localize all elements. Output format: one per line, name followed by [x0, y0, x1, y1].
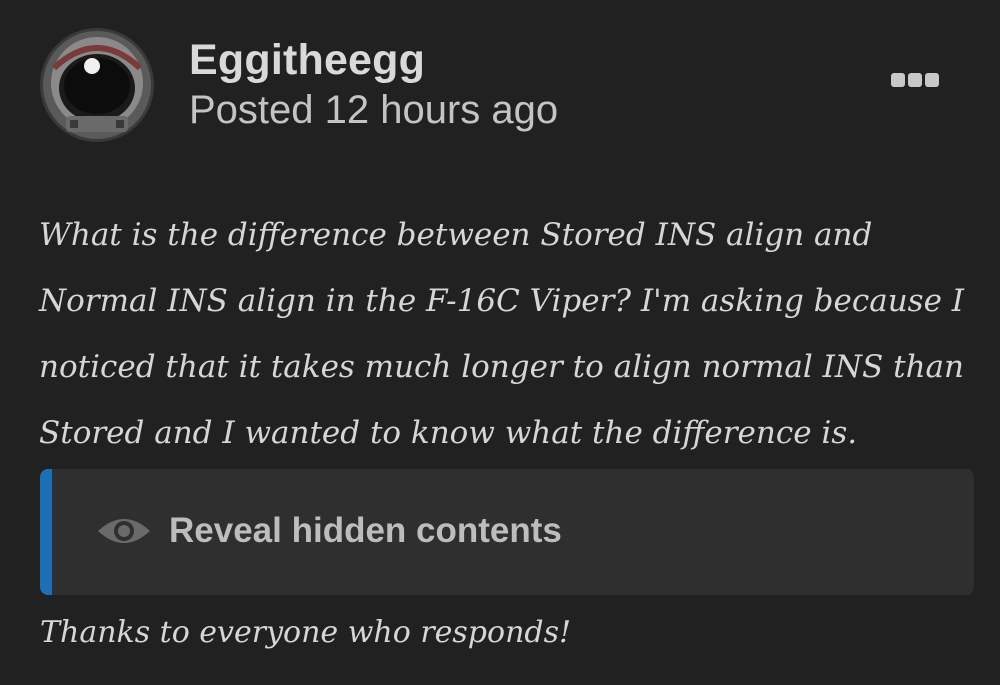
ellipsis-icon-dot — [891, 73, 905, 87]
author-avatar[interactable] — [40, 28, 154, 142]
ellipsis-icon-dot — [925, 73, 939, 87]
author-name[interactable]: Eggitheegg — [189, 36, 425, 85]
reveal-hidden-contents-button[interactable]: Reveal hidden contents — [40, 469, 974, 595]
closing-text: Thanks to everyone who responds! — [40, 615, 572, 650]
post-body-text: What is the difference between Stored IN… — [39, 217, 965, 451]
more-options-button[interactable] — [885, 66, 945, 94]
posted-time[interactable]: Posted 12 hours ago — [189, 88, 558, 133]
ellipsis-icon-dot — [908, 73, 922, 87]
astronaut-helmet-avatar-icon — [40, 28, 154, 142]
spoiler-label: Reveal hidden contents — [169, 511, 562, 550]
eye-icon — [98, 519, 150, 543]
spoiler-accent-bar — [40, 469, 52, 595]
